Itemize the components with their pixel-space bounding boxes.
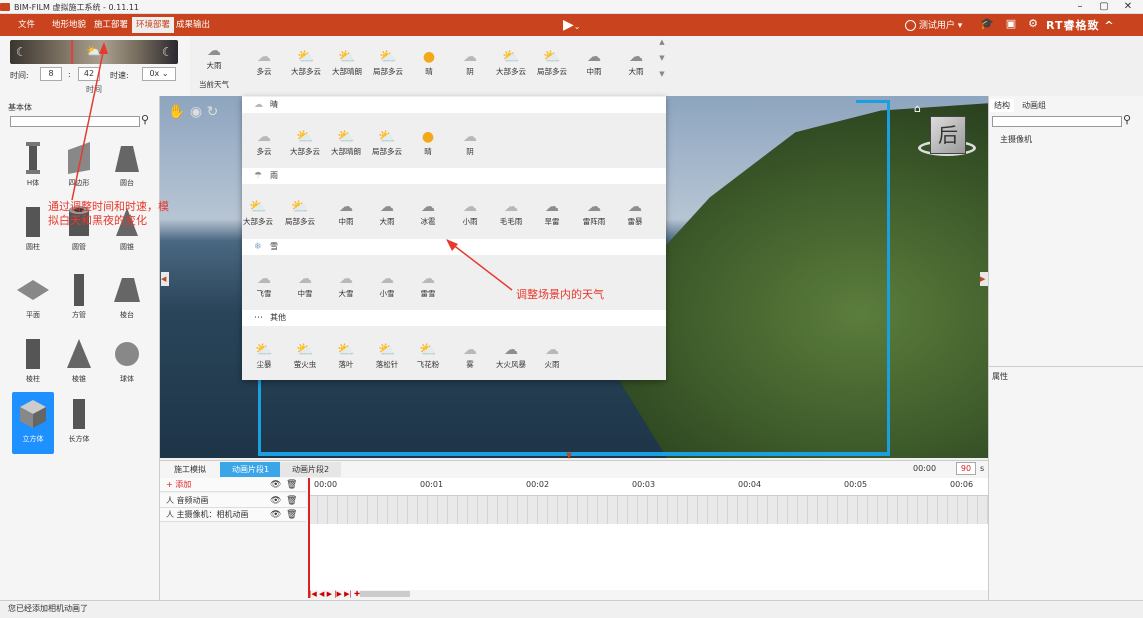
divider [988,366,1143,367]
search-icon[interactable]: ⚲ [1123,113,1131,126]
trash-icon[interactable]: 🗑 [286,510,297,520]
tick-label: 00:04 [738,480,762,489]
person-icon: 人 [166,510,174,519]
duration-unit: s [980,464,985,473]
duration-input[interactable]: 90 [956,462,976,475]
track-camera[interactable]: 人 主摄像机：相机动画 [160,508,306,522]
structure-search-input[interactable] [992,116,1122,127]
tab-construction-sim[interactable]: 施工模拟 [162,462,218,477]
status-bar: 您已经添加相机动画了 [0,600,1143,618]
track-area-empty[interactable] [308,524,988,590]
eye-icon[interactable]: 👁 [270,480,281,490]
tab-clip-2[interactable]: 动画片段2 [280,462,342,477]
properties-label: 属性 [992,372,1008,381]
trash-icon[interactable]: 🗑 [286,496,297,506]
tab-structure[interactable]: 结构 [990,99,1014,112]
trash-icon[interactable]: 🗑 [286,480,297,490]
timeline-scrollbar[interactable] [360,591,410,597]
tick-label: 00:01 [420,480,444,489]
playhead[interactable] [308,478,310,598]
track-area[interactable] [308,496,988,524]
eye-icon[interactable]: 👁 [270,510,281,520]
tab-animation-group[interactable]: 动画组 [1018,99,1050,112]
tab-clip-1[interactable]: 动画片段1 [220,462,282,477]
add-track-button[interactable]: + 添加 [160,478,306,492]
current-time: 00:00 [913,464,937,473]
right-panel [988,96,1143,600]
eye-icon[interactable]: 👁 [270,496,281,506]
annotation-time: 通过调整时间和时速，模拟白天和黑夜的变化 [48,200,169,227]
person-icon: 人 [166,496,174,505]
playback-controls[interactable]: |◀ ◀ ▶ |▶ ▶| ✚ [309,590,360,598]
tick-label: 00:00 [314,480,338,489]
tree-item-main-camera[interactable]: 主摄像机 [1000,134,1032,145]
track-audio[interactable]: 人 音频动画 [160,494,306,508]
tick-label: 00:02 [526,480,550,489]
tick-label: 00:06 [950,480,974,489]
annotation-weather: 调整场景内的天气 [516,288,604,301]
tick-label: 00:03 [632,480,656,489]
tick-label: 00:05 [844,480,868,489]
